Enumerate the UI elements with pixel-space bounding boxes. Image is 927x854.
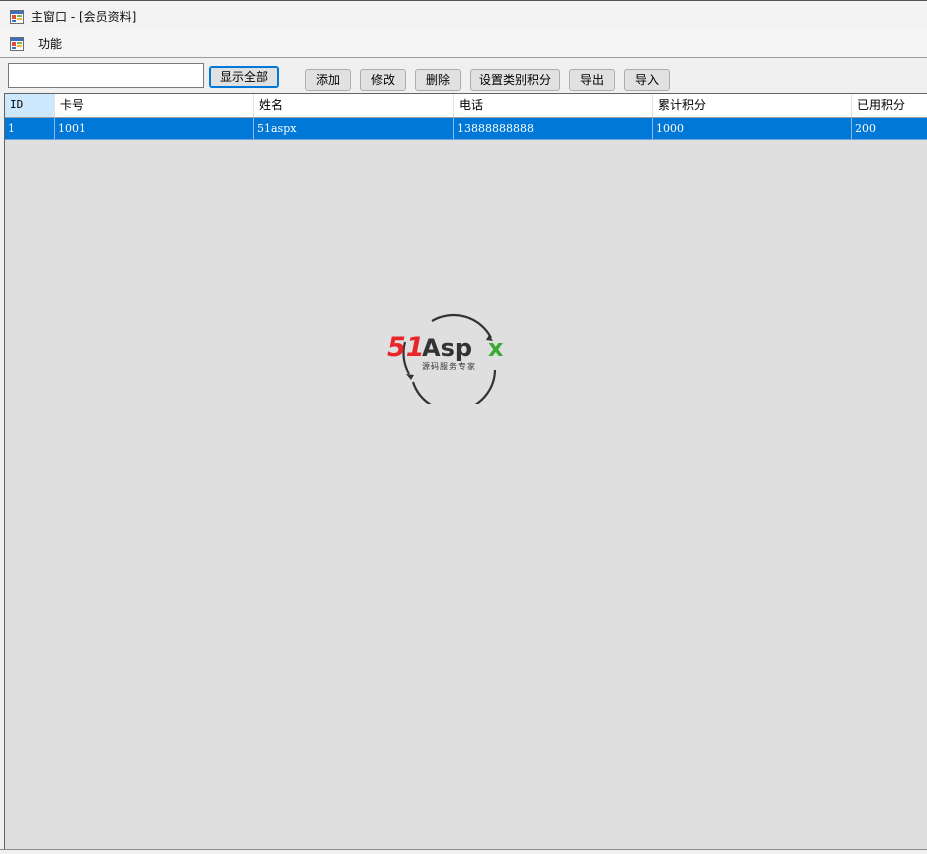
cell-id[interactable]: 1 [5,118,55,139]
cell-card-number[interactable]: 1001 [55,118,254,139]
logo-text-x: x [488,334,504,362]
logo-text-51: 51 [387,332,425,363]
app-window-icon [10,10,24,27]
toolbar: 显示全部 添加 修改 删除 设置类别积分 导出 导入 [0,58,927,93]
51aspx-watermark-logo: 51 Asp x 源码服务专家 [383,308,515,413]
cell-name[interactable]: 51aspx [254,118,454,139]
column-header-used-points[interactable]: 已用积分 [852,94,927,117]
edit-button[interactable]: 修改 [360,69,406,91]
table-row[interactable]: 1 1001 51aspx 13888888888 1000 200 [5,118,927,140]
cell-total-points[interactable]: 1000 [653,118,852,139]
column-header-phone[interactable]: 电话 [454,94,653,117]
column-header-total-points[interactable]: 累计积分 [653,94,852,117]
logo-tagline: 源码服务专家 [422,361,476,371]
cell-phone[interactable]: 13888888888 [454,118,653,139]
set-category-points-button[interactable]: 设置类别积分 [470,69,560,91]
mdi-child-icon[interactable] [10,37,24,54]
menu-item-function[interactable]: 功能 [36,35,64,52]
column-header-name[interactable]: 姓名 [254,94,454,117]
menu-bar: 功能 [0,30,927,58]
search-input[interactable] [8,63,204,88]
export-button[interactable]: 导出 [569,69,615,91]
window-bottom-edge [0,849,927,854]
column-header-id[interactable]: ID [5,94,55,117]
show-all-button[interactable]: 显示全部 [209,66,279,88]
cell-used-points[interactable]: 200 [852,118,927,139]
add-button[interactable]: 添加 [305,69,351,91]
logo-text-asp: Asp [422,334,472,362]
member-data-grid[interactable]: ID 卡号 姓名 电话 累计积分 已用积分 1 1001 51aspx 1388… [4,93,927,850]
delete-button[interactable]: 删除 [415,69,461,91]
window-title: 主窗口 - [会员资料] [31,10,137,24]
title-bar: 主窗口 - [会员资料] [0,0,927,30]
import-button[interactable]: 导入 [624,69,670,91]
grid-header-row: ID 卡号 姓名 电话 累计积分 已用积分 [5,94,927,118]
column-header-card-number[interactable]: 卡号 [55,94,254,117]
